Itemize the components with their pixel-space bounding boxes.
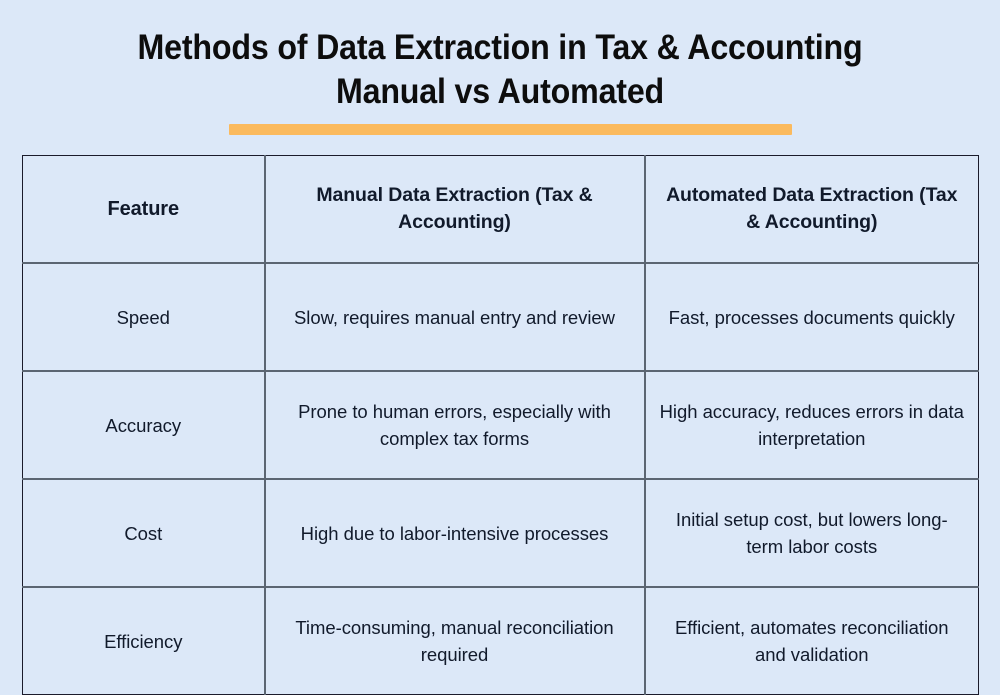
cell-automated-accuracy: High accuracy, reduces errors in data in… bbox=[644, 371, 979, 480]
cell-manual-speed: Slow, requires manual entry and review bbox=[264, 263, 646, 372]
column-header-manual: Manual Data Extraction (Tax & Accounting… bbox=[264, 155, 646, 264]
cell-automated-efficiency: Efficient, automates reconciliation and … bbox=[674, 617, 949, 665]
page-title-line-1: Methods of Data Extraction in Tax & Acco… bbox=[137, 28, 863, 67]
cell-feature-efficiency: Efficiency bbox=[22, 587, 266, 695]
cell-feature-cost: Cost bbox=[22, 479, 266, 588]
table-row: Speed Slow, requires manual entry and re… bbox=[22, 263, 979, 372]
table-header-row: Feature Manual Data Extraction (Tax & Ac… bbox=[22, 155, 979, 264]
table-header: Feature Manual Data Extraction (Tax & Ac… bbox=[22, 155, 979, 264]
title-accent-bar bbox=[229, 124, 792, 135]
cell-feature-speed: Speed bbox=[22, 263, 266, 372]
comparison-table-container: Feature Manual Data Extraction (Tax & Ac… bbox=[22, 155, 979, 695]
comparison-table: Feature Manual Data Extraction (Tax & Ac… bbox=[22, 155, 979, 695]
column-header-automated: Automated Data Extraction (Tax & Account… bbox=[644, 155, 979, 264]
cell-automated-cost: Initial setup cost, but lowers long-term… bbox=[644, 479, 979, 588]
cell-manual-accuracy: Prone to human errors, especially with c… bbox=[264, 371, 646, 480]
cell-automated-speed: Fast, processes documents quickly bbox=[644, 263, 979, 372]
cell-manual-cost: High due to labor-intensive processes bbox=[264, 479, 646, 588]
table-row: Efficiency Time-consuming, manual reconc… bbox=[22, 587, 979, 695]
cell-manual-efficiency: Time-consuming, manual reconciliation re… bbox=[264, 587, 646, 695]
table-row: Accuracy Prone to human errors, especial… bbox=[22, 371, 979, 480]
column-header-feature: Feature bbox=[22, 155, 266, 264]
page-title-line-2: Manual vs Automated bbox=[335, 72, 665, 111]
cell-feature-accuracy: Accuracy bbox=[22, 371, 266, 480]
table-row: Cost High due to labor-intensive process… bbox=[22, 479, 979, 588]
infographic-page: Methods of Data Extraction in Tax & Acco… bbox=[0, 0, 1000, 695]
table-body: Speed Slow, requires manual entry and re… bbox=[22, 263, 979, 695]
page-title: Methods of Data Extraction in Tax & Acco… bbox=[0, 26, 1000, 114]
